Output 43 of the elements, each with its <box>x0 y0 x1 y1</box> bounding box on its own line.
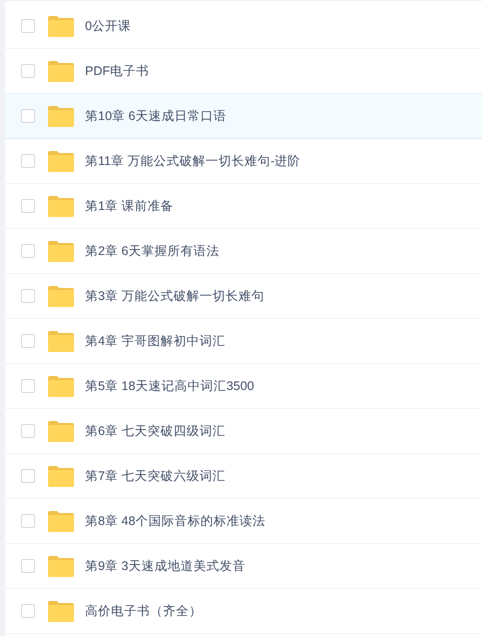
file-name[interactable]: PDF电子书 <box>85 62 149 80</box>
row-checkbox[interactable] <box>21 289 35 303</box>
row-checkbox[interactable] <box>21 379 35 393</box>
row-checkbox[interactable] <box>21 199 35 213</box>
file-name[interactable]: 第8章 48个国际音标的标准读法 <box>85 512 266 530</box>
file-name[interactable]: 第4章 宇哥图解初中词汇 <box>85 332 226 350</box>
file-row[interactable]: 第10章 6天速成日常口语 <box>5 94 482 139</box>
row-checkbox[interactable] <box>21 244 35 258</box>
file-name[interactable]: 0公开课 <box>85 16 131 36</box>
folder-icon <box>48 466 74 486</box>
folder-icon <box>48 510 74 532</box>
folder-icon <box>48 556 74 576</box>
file-name[interactable]: 第2章 6天掌握所有语法 <box>85 242 220 260</box>
row-checkbox[interactable] <box>21 469 35 483</box>
file-name[interactable]: 第5章 18天速记高中词汇3500 <box>85 376 254 396</box>
folder-icon <box>48 196 74 216</box>
file-name[interactable]: 高价电子书（齐全） <box>85 602 202 620</box>
row-checkbox[interactable] <box>21 154 35 168</box>
file-name[interactable]: 第6章 七天突破四级词汇 <box>85 422 226 440</box>
row-checkbox[interactable] <box>21 604 35 618</box>
row-checkbox[interactable] <box>21 109 35 123</box>
file-name[interactable]: 第1章 课前准备 <box>85 196 174 216</box>
folder-icon <box>48 420 74 442</box>
file-name[interactable]: 第10章 6天速成日常口语 <box>85 106 226 126</box>
folder-icon <box>48 600 74 622</box>
row-checkbox[interactable] <box>21 559 35 573</box>
folder-icon <box>48 330 74 352</box>
folder-icon <box>48 376 74 396</box>
file-name[interactable]: 第11章 万能公式破解一切长难句-进阶 <box>85 152 301 170</box>
file-name[interactable]: 第3章 万能公式破解一切长难句 <box>85 286 264 306</box>
row-checkbox[interactable] <box>21 514 35 528</box>
file-name[interactable]: 第7章 七天突破六级词汇 <box>85 466 226 486</box>
folder-icon <box>48 240 74 262</box>
folder-icon <box>48 60 74 82</box>
folder-icon <box>48 16 74 36</box>
row-checkbox[interactable] <box>21 19 35 33</box>
folder-icon <box>48 286 74 306</box>
file-name[interactable]: 第9章 3天速成地道美式发音 <box>85 556 246 576</box>
row-checkbox[interactable] <box>21 64 35 78</box>
row-checkbox[interactable] <box>21 424 35 438</box>
folder-icon <box>48 150 74 172</box>
row-checkbox[interactable] <box>21 334 35 348</box>
folder-icon <box>48 106 74 126</box>
